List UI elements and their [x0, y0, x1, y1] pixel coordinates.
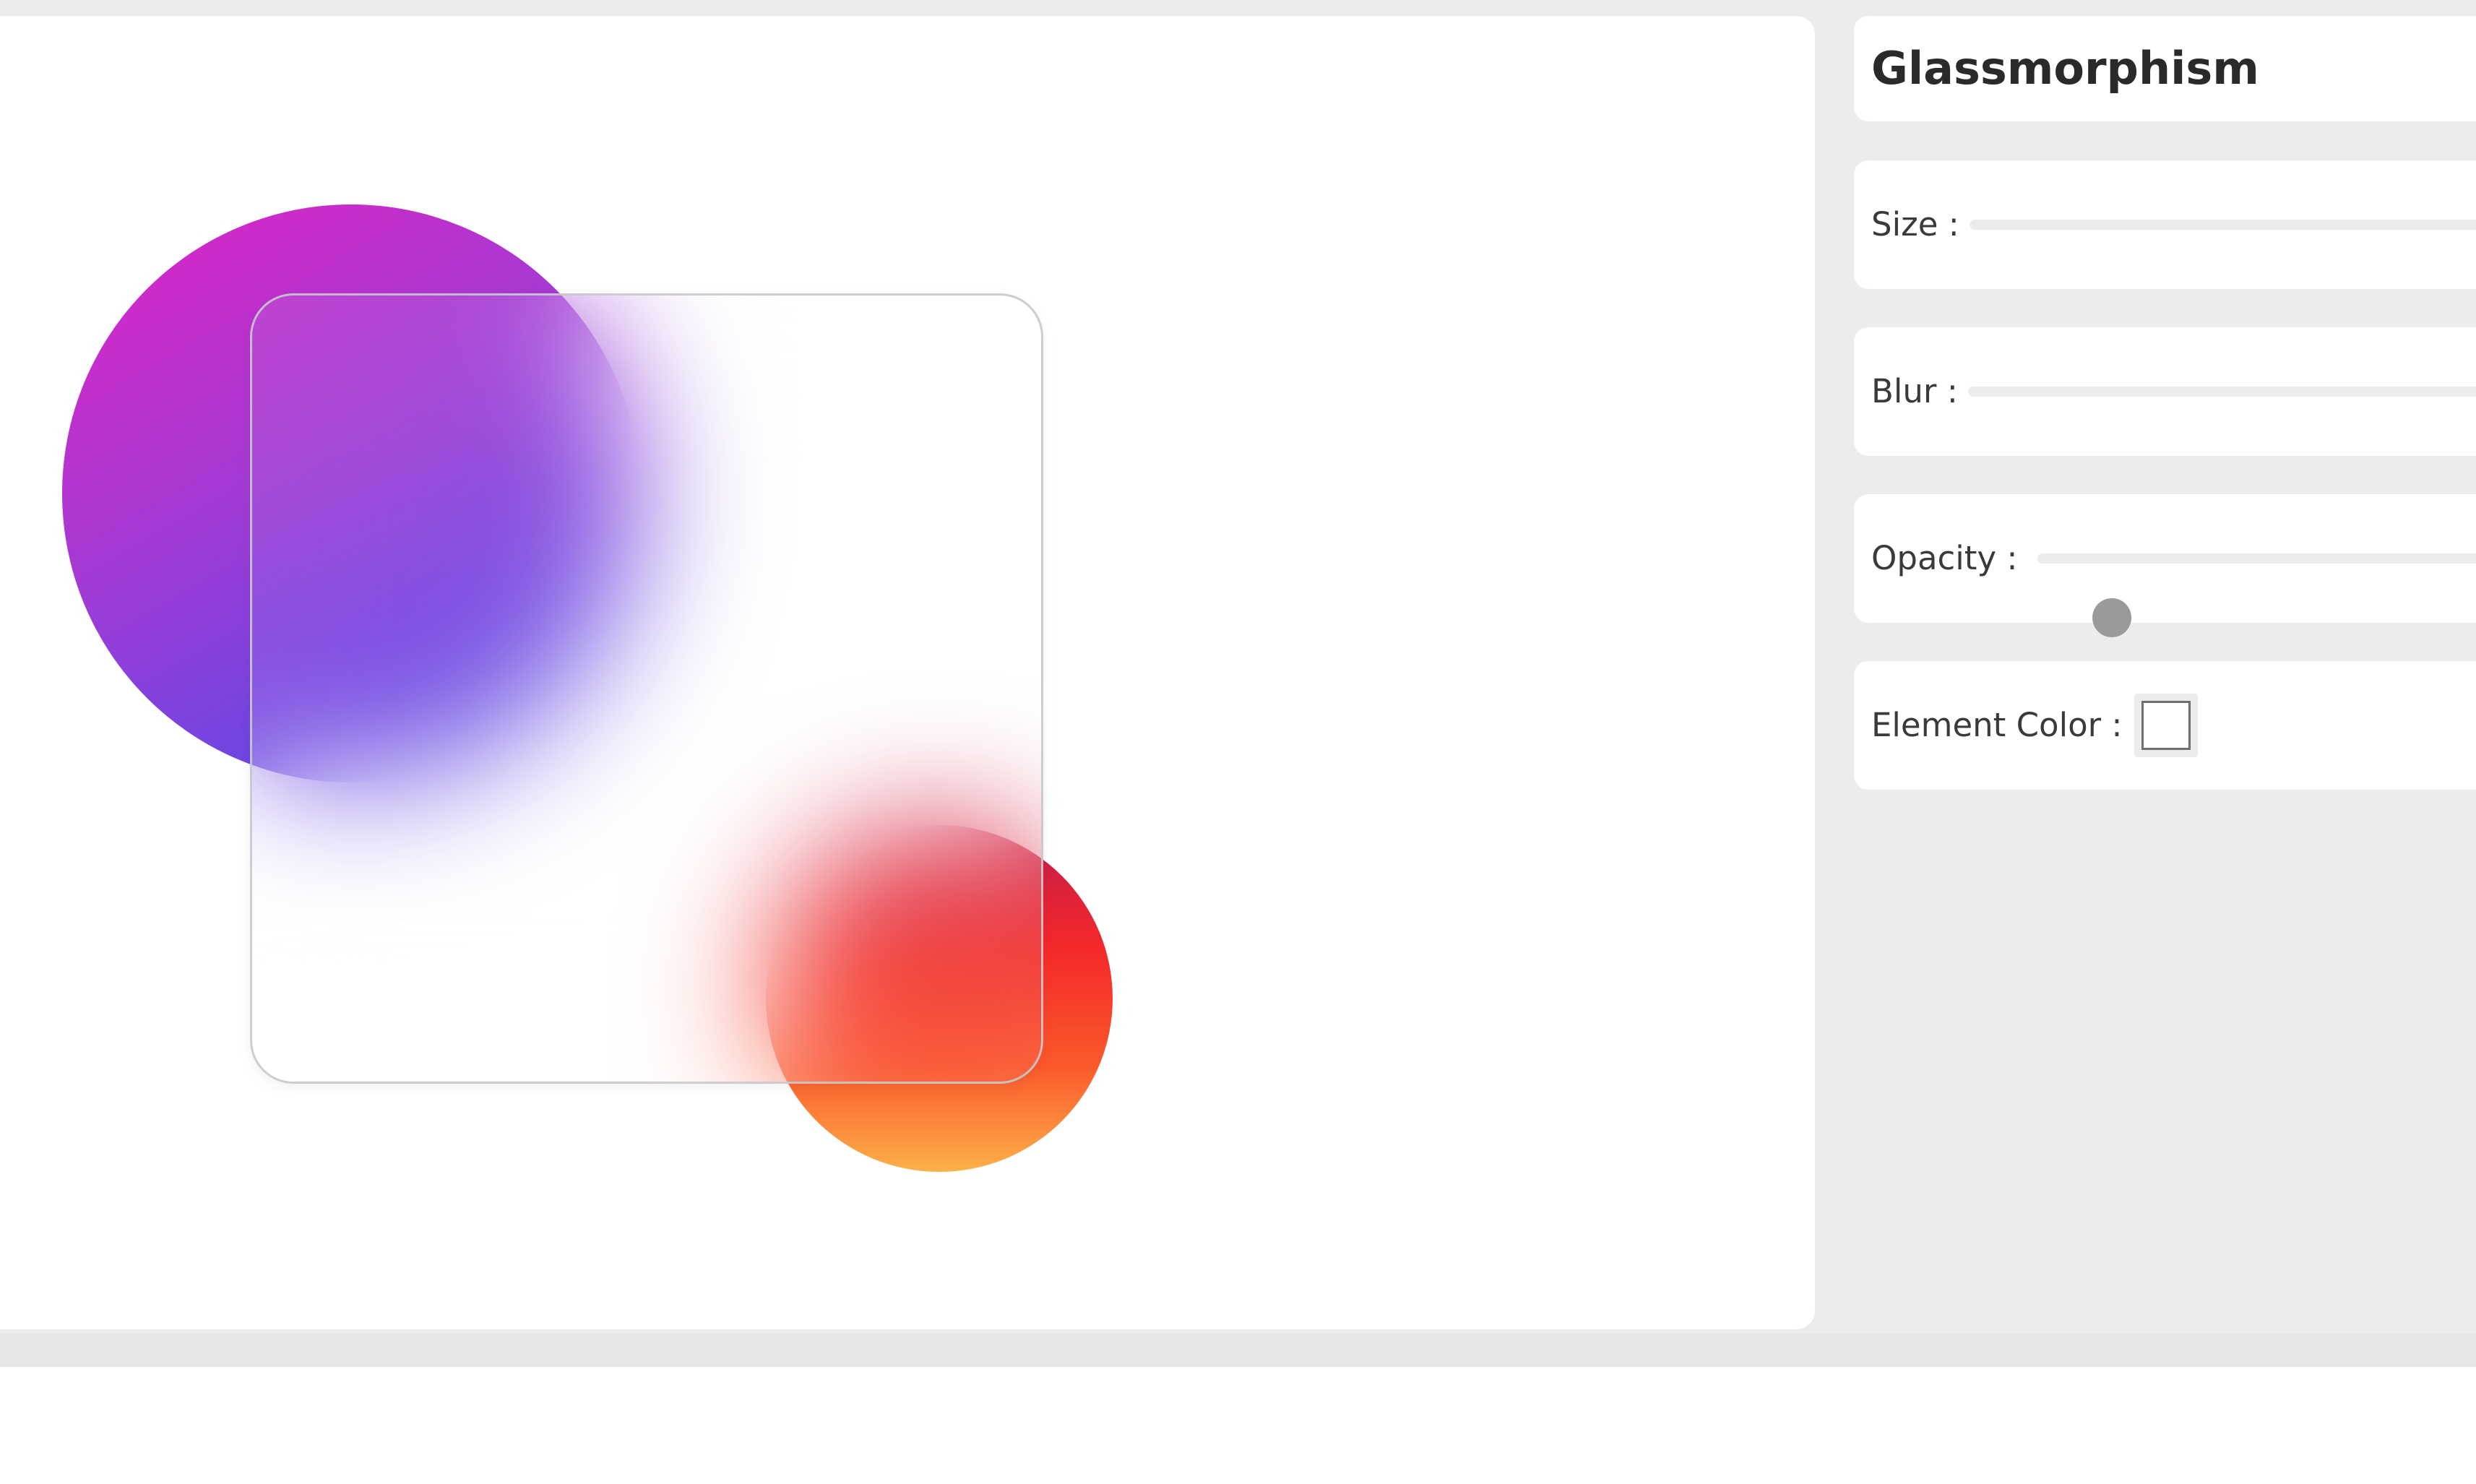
app-bottom-edge	[0, 1334, 2476, 1367]
blur-control: Blur :	[1854, 327, 2476, 456]
element-color-picker[interactable]	[2134, 694, 2198, 757]
element-color-swatch	[2141, 701, 2191, 750]
glass-element[interactable]	[250, 293, 1043, 1084]
preview-canvas	[0, 16, 1815, 1329]
opacity-control: Opacity :	[1854, 494, 2476, 637]
element-color-control: Element Color :	[1854, 661, 2476, 790]
panel-title: Glassmorphism	[1871, 42, 2259, 95]
blur-slider[interactable]	[1968, 387, 2476, 397]
blur-label: Blur :	[1871, 372, 1958, 410]
panel-title-card: Glassmorphism	[1854, 16, 2476, 121]
size-control: Size :	[1854, 160, 2476, 289]
app-background: Glassmorphism Size : Blur : Opacity : El…	[0, 0, 2476, 1367]
opacity-slider-thumb[interactable]	[2092, 598, 2132, 637]
size-slider[interactable]	[1970, 220, 2476, 230]
element-color-label: Element Color :	[1871, 706, 2123, 744]
size-label: Size :	[1871, 205, 1959, 243]
opacity-label: Opacity :	[1871, 539, 2018, 577]
opacity-slider[interactable]	[2037, 553, 2476, 637]
